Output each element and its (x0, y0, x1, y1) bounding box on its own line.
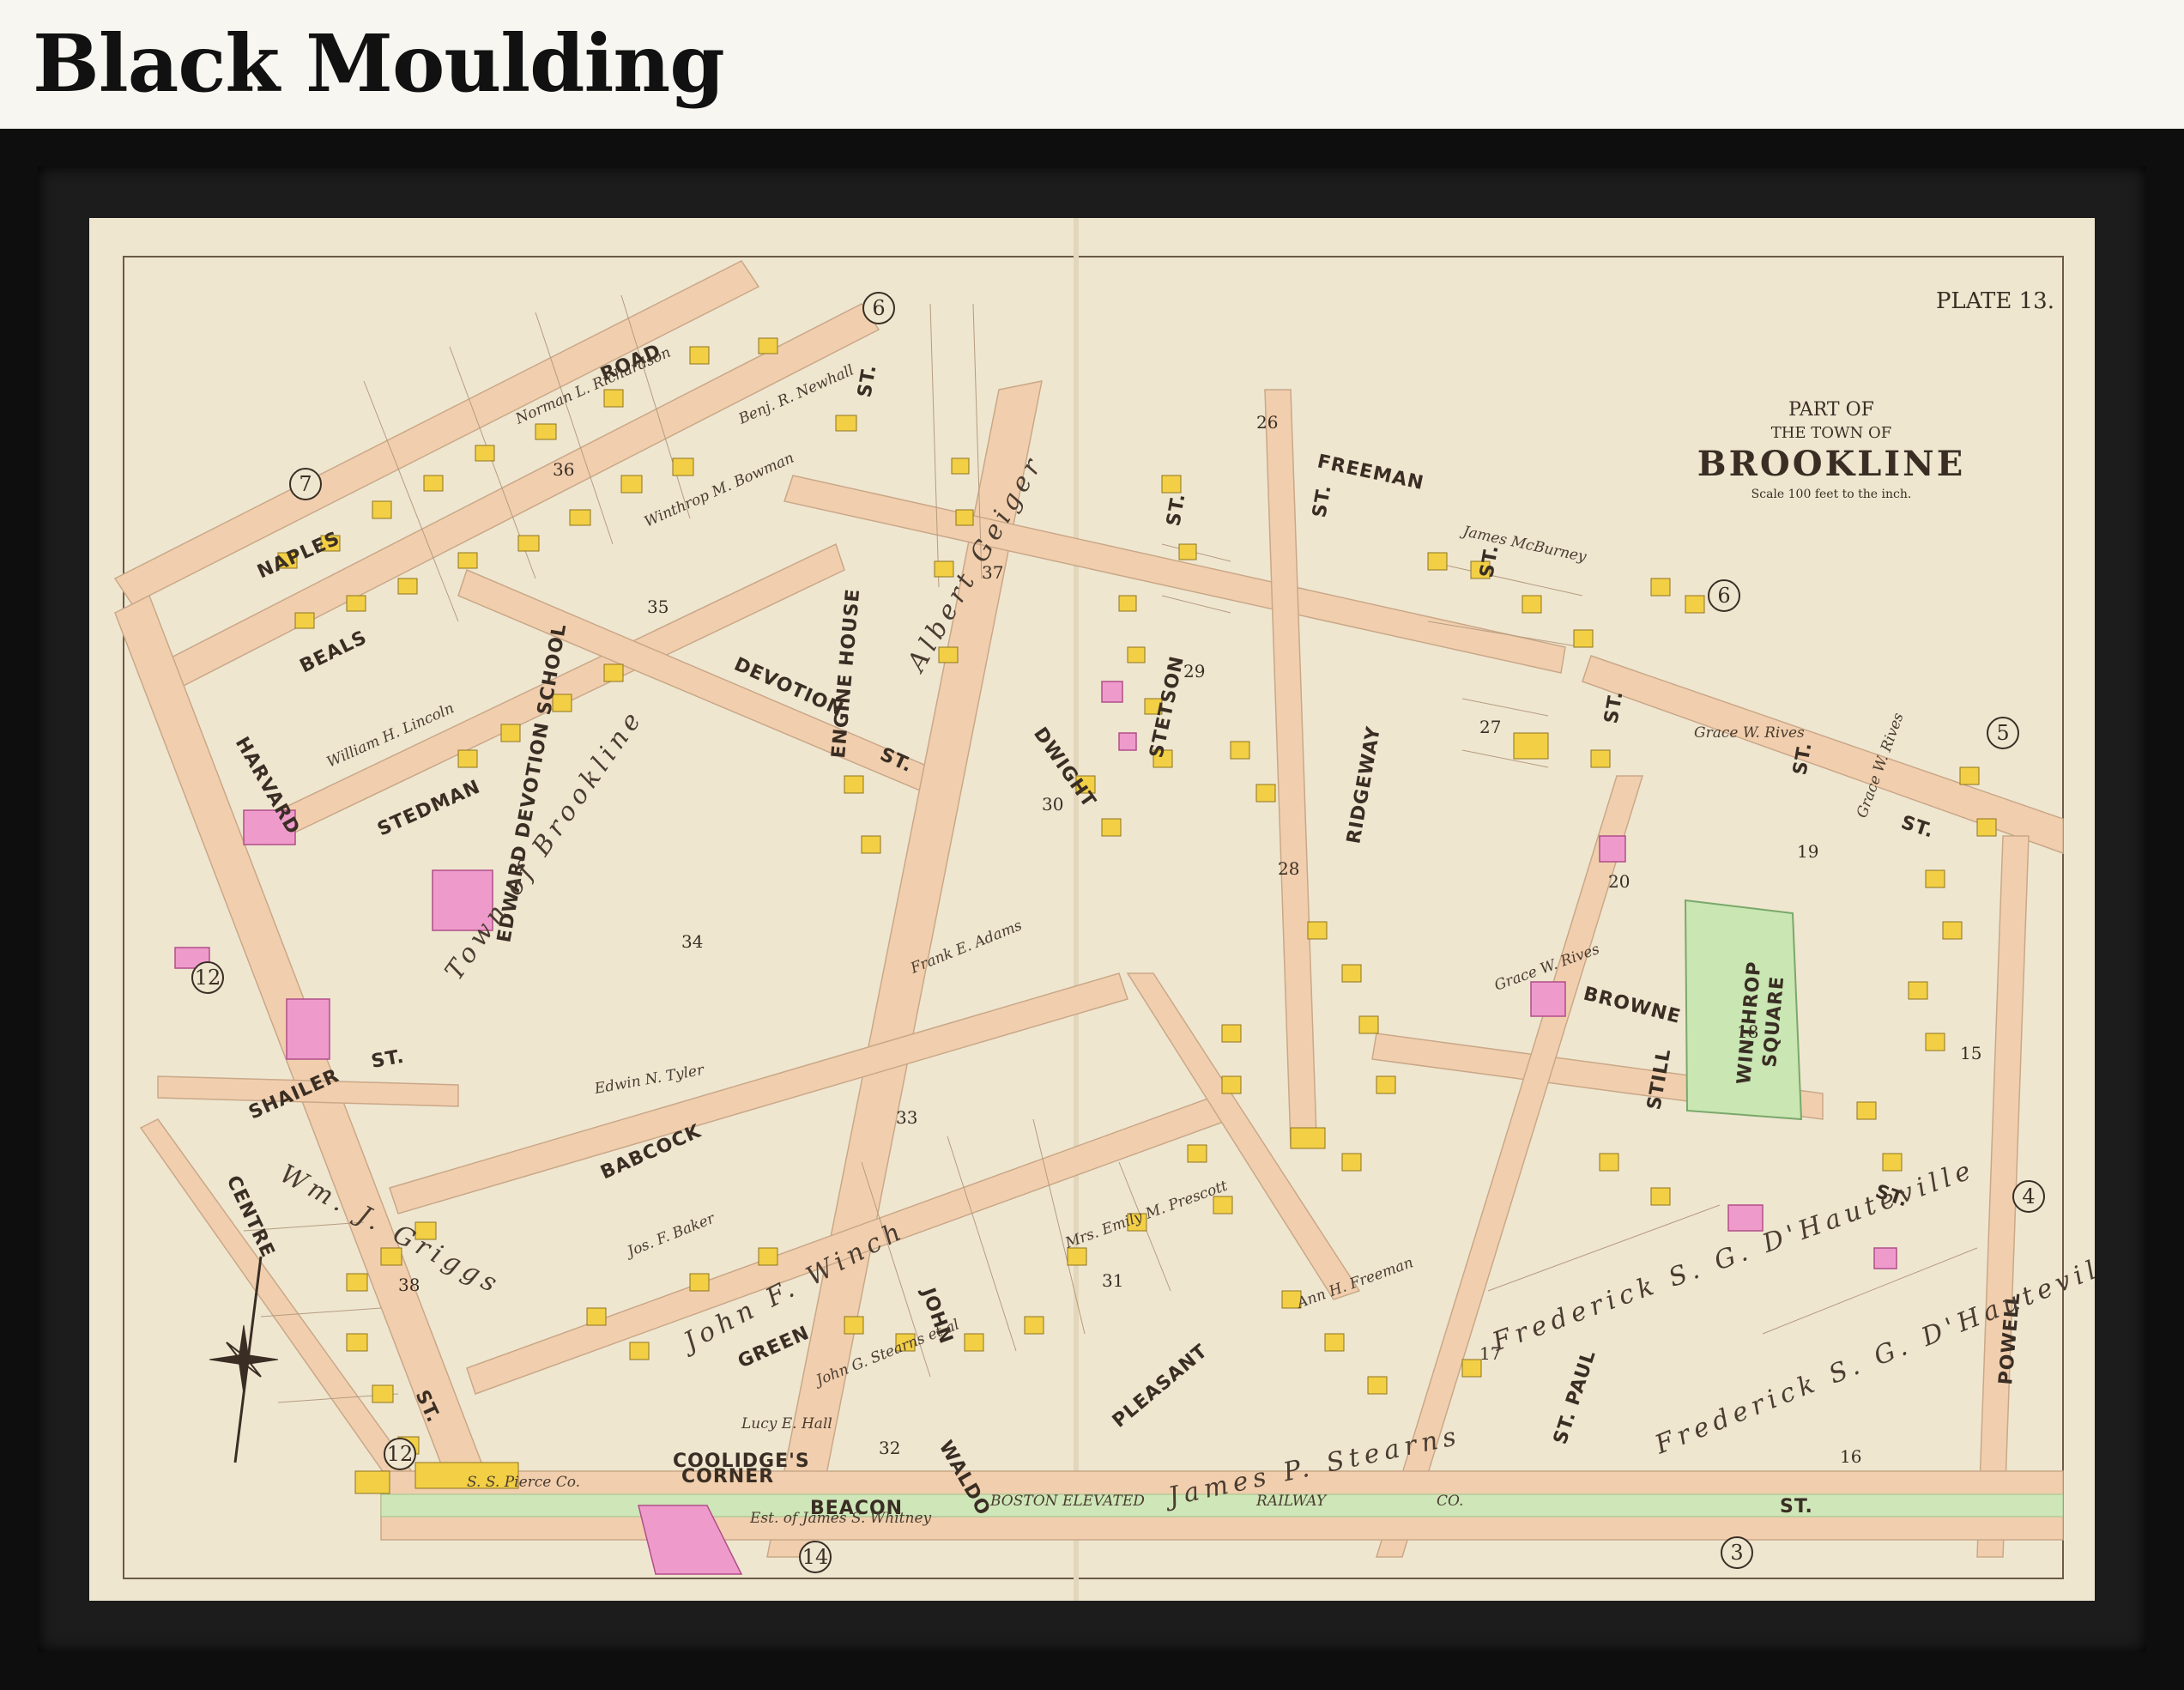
circle-6-top: 6 (872, 296, 885, 320)
circle-6-right: 6 (1717, 584, 1730, 608)
block-19: 19 (1797, 841, 1818, 862)
block-27: 27 (1479, 717, 1501, 737)
label-corner: CORNER (681, 1466, 774, 1487)
frame-inner-bevel: PART OF THE TOWN OF BROOKLINE Scale 100 … (38, 167, 2146, 1652)
cartouche-town-of: THE TOWN OF (1771, 424, 1892, 442)
cartouche-part-of: PART OF (1788, 399, 1874, 421)
block-31: 31 (1102, 1270, 1123, 1291)
label-beacon-st: ST. (1780, 1496, 1813, 1517)
label-railway-2: RAILWAY (1255, 1493, 1328, 1510)
label-railway-1: BOSTON ELEVATED (989, 1493, 1145, 1510)
building-pink-9 (1873, 1247, 1897, 1269)
circle-3: 3 (1730, 1541, 1743, 1565)
circle-14: 14 (802, 1545, 829, 1569)
block-30: 30 (1042, 794, 1063, 815)
cartouche-brookline: BROOKLINE (1697, 444, 1965, 484)
block-32: 32 (879, 1438, 900, 1458)
circle-7: 7 (299, 472, 312, 496)
circle-12-upper: 12 (195, 966, 221, 990)
block-38: 38 (398, 1275, 420, 1295)
circle-5: 5 (1996, 721, 2009, 745)
page-header: Black Moulding (0, 0, 2184, 129)
building-pink-4 (1101, 681, 1123, 703)
building-pink-6 (1599, 835, 1626, 863)
black-moulding-frame: PART OF THE TOWN OF BROOKLINE Scale 100 … (0, 129, 2184, 1690)
plate-number: PLATE 13. (1936, 288, 2054, 314)
owner-rives-1: Grace W. Rives (1694, 724, 1805, 742)
block-34: 34 (681, 931, 703, 952)
block-36: 36 (553, 459, 574, 480)
page-title: Black Moulding (33, 17, 725, 110)
cartouche-scale: Scale 100 feet to the inch. (1751, 488, 1912, 501)
building-pink-8 (1727, 1204, 1764, 1232)
label-railway-3: CO. (1437, 1493, 1463, 1510)
block-33: 33 (896, 1107, 917, 1128)
brookline-map: PART OF THE TOWN OF BROOKLINE Scale 100 … (89, 218, 2095, 1601)
block-28: 28 (1278, 858, 1299, 879)
owner-whitney: Est. of James S. Whitney (749, 1510, 932, 1527)
map-print: PART OF THE TOWN OF BROOKLINE Scale 100 … (89, 218, 2095, 1601)
block-20: 20 (1608, 871, 1630, 892)
circle-12-lower: 12 (387, 1442, 414, 1466)
block-15: 15 (1960, 1043, 1981, 1063)
building-pink-5 (1118, 732, 1137, 751)
building-pink-7 (1530, 981, 1566, 1017)
circle-4: 4 (2022, 1184, 2035, 1208)
block-16: 16 (1840, 1446, 1861, 1467)
owner-hall: Lucy E. Hall (741, 1415, 832, 1433)
block-29: 29 (1183, 661, 1205, 681)
block-35: 35 (647, 597, 669, 617)
owner-pierce: S. S. Pierce Co. (467, 1474, 580, 1491)
block-26: 26 (1256, 412, 1278, 433)
building-pink-3 (286, 998, 330, 1060)
